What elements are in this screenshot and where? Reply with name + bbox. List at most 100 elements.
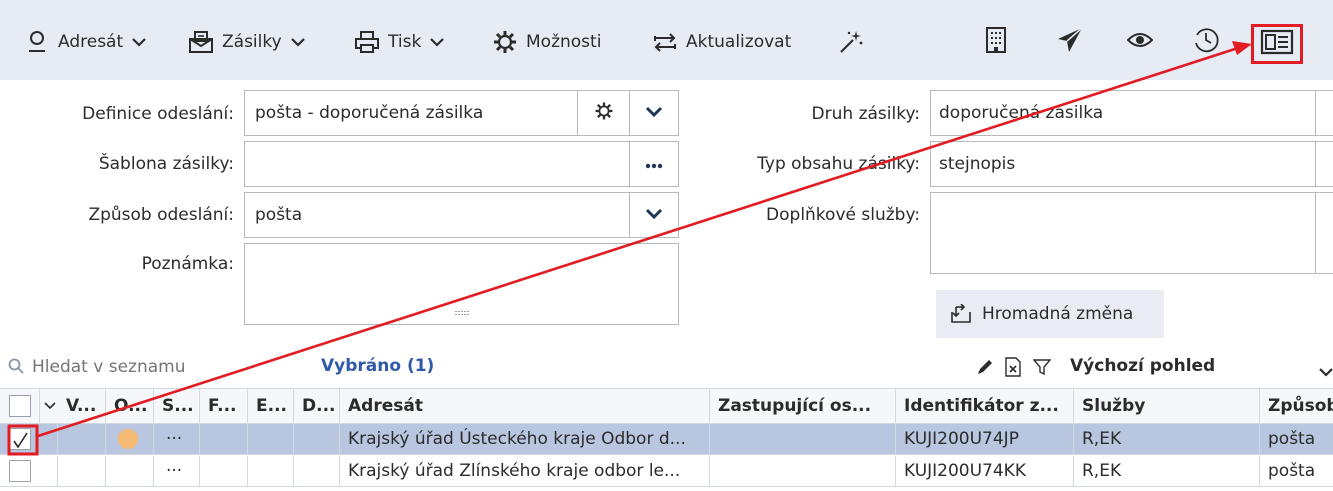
- cell-zastupujici: [710, 424, 896, 454]
- typ-label: Typ obsahu zásilky:: [757, 154, 920, 174]
- toolbar: Adresát Zásilky Tisk Možnosti Aktualizov…: [0, 0, 1333, 80]
- gear-icon: [492, 29, 518, 55]
- sablona-browse-button[interactable]: [629, 142, 678, 186]
- select-all-cell[interactable]: [0, 389, 40, 423]
- excel-export-icon[interactable]: [1004, 357, 1022, 382]
- col-v[interactable]: V...: [58, 389, 106, 423]
- row-checkbox[interactable]: [9, 428, 31, 450]
- zpusob-label: Způsob odeslání:: [88, 205, 234, 225]
- hromadna-zmena-button[interactable]: Hromadná změna: [936, 290, 1164, 338]
- select-all-checkbox[interactable]: [9, 395, 31, 417]
- filter-icon[interactable]: [1032, 358, 1052, 381]
- magic-wand-icon: [838, 29, 864, 55]
- chevron-down-icon: [290, 37, 306, 47]
- selected-count[interactable]: Vybráno (1): [321, 356, 434, 376]
- cell-s[interactable]: ···: [154, 424, 200, 454]
- gear-icon: [594, 101, 614, 126]
- moznosti-label: Možnosti: [526, 32, 602, 52]
- typ-value: stejnopis: [939, 154, 1016, 174]
- col-zpusob[interactable]: Způsob: [1260, 389, 1333, 423]
- cell-d: [294, 424, 340, 454]
- cell-o: [106, 424, 154, 454]
- definice-select[interactable]: pošta - doporučená zásilka: [244, 90, 679, 136]
- building-icon: [984, 26, 1008, 59]
- cell-identifikator: KUJI200U74KK: [896, 456, 1074, 486]
- send-plane-icon: [1056, 26, 1084, 59]
- doplnkove-multiselect[interactable]: [930, 192, 1333, 274]
- aktualizovat-button[interactable]: Aktualizovat: [652, 22, 791, 62]
- magic-wand-button[interactable]: [838, 22, 864, 62]
- status-dot-icon: [118, 429, 138, 449]
- send-button[interactable]: [1048, 20, 1092, 64]
- chevron-down-icon: [645, 205, 663, 225]
- definice-label: Definice odeslání:: [82, 104, 234, 124]
- adresat-label: Adresát: [58, 32, 124, 52]
- id-card-button[interactable]: [1251, 24, 1303, 64]
- col-identifikator[interactable]: Identifikátor z...: [896, 389, 1074, 423]
- table-row[interactable]: ··· Krajský úřad Ústeckého kraje Odbor d…: [0, 424, 1333, 455]
- adresat-menu[interactable]: Adresát: [24, 22, 147, 62]
- cell-adresat: Krajský úřad Zlínského kraje odbor le...: [340, 456, 710, 486]
- tisk-menu[interactable]: Tisk: [354, 22, 445, 62]
- building-button[interactable]: [976, 20, 1016, 64]
- druh-label: Druh zásilky:: [811, 104, 920, 124]
- col-e[interactable]: E...: [248, 389, 294, 423]
- row-checkbox[interactable]: [9, 460, 31, 482]
- zpusob-value: pošta: [255, 205, 303, 225]
- cell-f: [200, 424, 248, 454]
- doplnkove-label: Doplňkové služby:: [766, 205, 920, 225]
- doplnkove-dropdown-button[interactable]: [1315, 193, 1333, 273]
- bulk-edit-icon: [950, 304, 972, 324]
- moznosti-button[interactable]: Možnosti: [492, 22, 601, 62]
- cell-f: [200, 456, 248, 486]
- definice-settings-button[interactable]: [577, 91, 629, 135]
- aktualizovat-label: Aktualizovat: [686, 32, 792, 52]
- zpusob-select[interactable]: pošta: [244, 192, 679, 238]
- view-selector[interactable]: Výchozí pohled: [1070, 356, 1215, 376]
- list-toolbar: Vybráno (1) Výchozí pohled: [0, 352, 1333, 382]
- col-o[interactable]: O...: [106, 389, 154, 423]
- sablona-label: Šablona zásilky:: [98, 154, 234, 174]
- col-d[interactable]: D...: [294, 389, 340, 423]
- pencil-icon[interactable]: [976, 358, 994, 381]
- cell-zpusob: pošta: [1268, 429, 1316, 449]
- col-adresat[interactable]: Adresát: [340, 389, 710, 423]
- poznamka-label: Poznámka:: [141, 254, 234, 274]
- definice-dropdown-button[interactable]: [629, 91, 678, 135]
- cell-sluzby: R,EK: [1074, 456, 1260, 486]
- zpusob-dropdown-button[interactable]: [629, 193, 678, 237]
- chevron-down-icon: [645, 103, 663, 123]
- person-icon: [24, 29, 50, 55]
- preview-button[interactable]: [1120, 20, 1160, 64]
- hromadna-zmena-label: Hromadná změna: [982, 304, 1134, 324]
- definice-value: pošta - doporučená zásilka: [255, 103, 484, 123]
- typ-select[interactable]: stejnopis: [930, 141, 1333, 187]
- printer-icon: [354, 29, 380, 55]
- cell-s[interactable]: ···: [154, 456, 200, 486]
- poznamka-textarea[interactable]: [244, 243, 679, 325]
- table-row[interactable]: ··· Krajský úřad Zlínského kraje odbor l…: [0, 456, 1333, 487]
- typ-dropdown-button[interactable]: [1315, 142, 1333, 186]
- search-icon: [8, 358, 24, 379]
- cell-adresat: Krajský úřad Ústeckého kraje Odbor d...: [340, 424, 710, 454]
- cell-v: [58, 424, 106, 454]
- resize-grip-icon[interactable]: [455, 300, 469, 320]
- cell-zastupujici: [710, 456, 896, 486]
- col-sluzby[interactable]: Služby: [1074, 389, 1260, 423]
- cell-v: [58, 456, 106, 486]
- druh-dropdown-button[interactable]: [1315, 91, 1333, 135]
- history-button[interactable]: [1186, 20, 1226, 64]
- inbox-icon: [188, 29, 214, 55]
- row-select-cell[interactable]: [0, 424, 58, 454]
- zasilky-label: Zásilky: [222, 32, 282, 52]
- col-f[interactable]: F...: [200, 389, 248, 423]
- sablona-field[interactable]: [244, 141, 679, 187]
- row-select-cell[interactable]: [0, 456, 58, 486]
- col-zastupujici[interactable]: Zastupující os...: [710, 389, 896, 423]
- col-s[interactable]: S...: [154, 389, 200, 423]
- tisk-label: Tisk: [388, 32, 422, 52]
- chevron-down-icon[interactable]: [1318, 362, 1333, 382]
- druh-select[interactable]: doporučená zásilka: [930, 90, 1333, 136]
- search-input[interactable]: [28, 354, 288, 380]
- zasilky-menu[interactable]: Zásilky: [188, 22, 306, 62]
